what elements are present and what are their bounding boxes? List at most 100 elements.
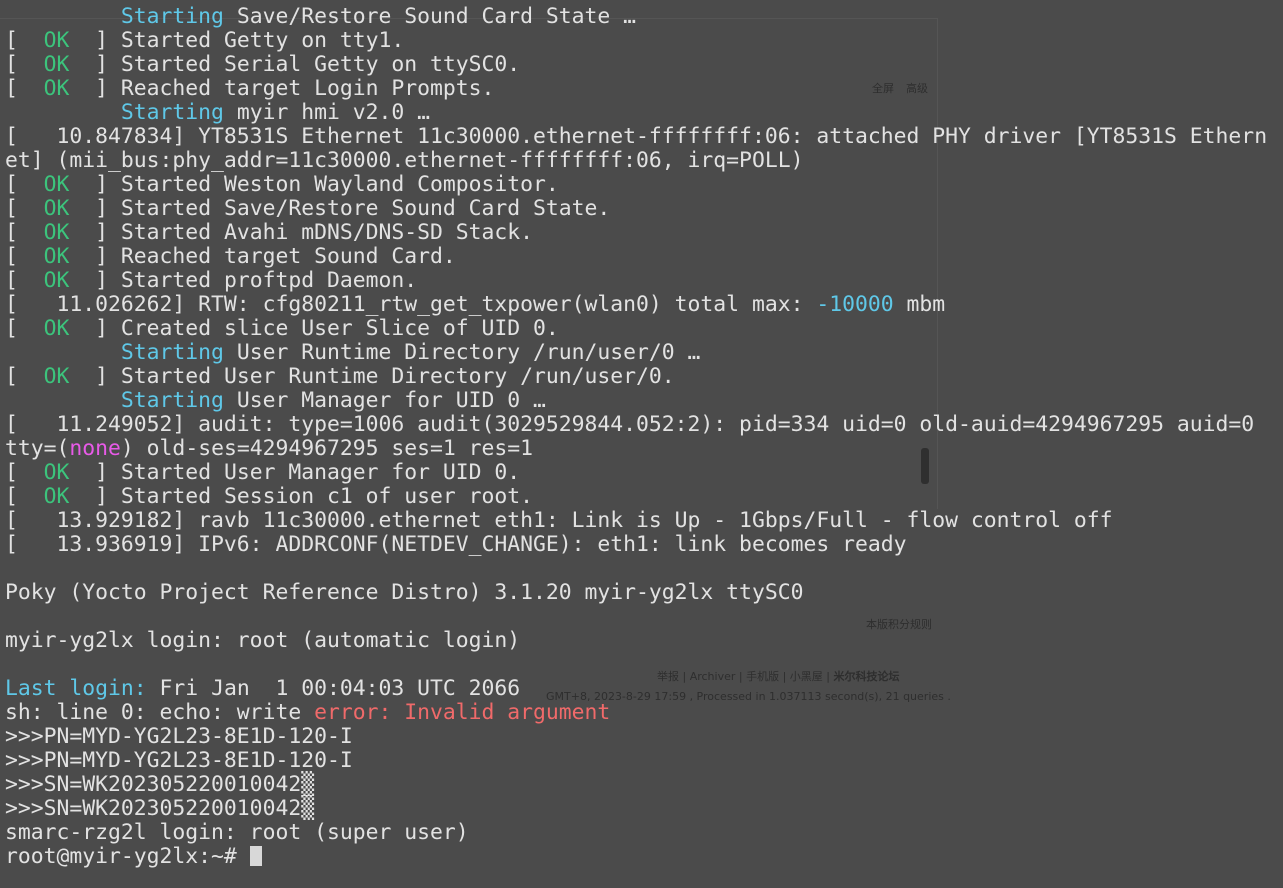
terminal-cursor [249,846,262,866]
status-ok: OK [43,364,70,389]
terminal-text: Invalid argument [404,700,611,725]
terminal-text: myir hmi v2.0 … [223,100,430,125]
terminal-line: Starting myir hmi v2.0 … [5,101,1267,125]
terminal-line: [ OK ] Reached target Login Prompts. [5,77,1267,101]
status-ok: OK [43,316,70,341]
terminal-line: [ OK ] Started Session c1 of user root. [5,485,1267,509]
terminal-text: User Runtime Directory /run/user/0 … [223,340,701,365]
terminal-line: >>>SN=WK202305220010042▒ [5,797,1267,821]
terminal-text: ] Started Session c1 of user root. [69,484,534,509]
terminal-line: [ 11.026262] RTW: cfg80211_rtw_get_txpow… [5,293,1267,317]
terminal-line: [ OK ] Reached target Sound Card. [5,245,1267,269]
terminal-text: [ 13.929182] ravb 11c30000.ethernet eth1… [5,508,1113,533]
terminal-text: [ [5,316,44,341]
terminal-text: et] (mii_bus:phy_addr=11c30000.ethernet-… [5,148,804,173]
terminal-text: ] Started proftpd Daemon. [69,268,418,293]
terminal-text: ] Reached target Login Prompts. [69,76,495,101]
terminal-line: sh: line 0: echo: write error: Invalid a… [5,701,1267,725]
terminal-text: Fri Jan 1 00:04:03 UTC 2066 [146,676,521,701]
terminal-line: [ 10.847834] YT8531S Ethernet 11c30000.e… [5,125,1267,149]
status-ok: OK [43,28,70,53]
terminal-text: [ 13.936919] IPv6: ADDRCONF(NETDEV_CHANG… [5,532,907,557]
terminal-line: Last login: Fri Jan 1 00:04:03 UTC 2066 [5,677,1267,701]
terminal-text: Poky (Yocto Project Reference Distro) 3.… [5,580,804,605]
terminal-text: >>>PN=MYD-YG2L23-8E1D-120-I [5,724,353,749]
terminal-text: >>>SN=WK202305220010042▒ [5,796,315,821]
terminal-line: [ OK ] Started Getty on tty1. [5,29,1267,53]
terminal-text: ] Started Save/Restore Sound Card State. [69,196,611,221]
status-ok: OK [43,268,70,293]
terminal-text: smarc-rzg2l login: root (super user) [5,820,469,845]
terminal-text: ] Started Serial Getty on ttySC0. [69,52,521,77]
terminal-text: Starting [120,100,224,125]
terminal-line: Starting User Manager for UID 0 … [5,389,1267,413]
terminal-text: Save/Restore Sound Card State … [223,4,637,29]
terminal-text: >>>SN=WK202305220010042▒ [5,772,315,797]
terminal-text: error: [314,700,392,725]
terminal-text: [ 11.249052] audit: type=1006 audit(3029… [5,412,1255,437]
terminal-text: [ 10.847834] YT8531S Ethernet 11c30000.e… [5,124,1268,149]
terminal-line: [ OK ] Started Weston Wayland Compositor… [5,173,1267,197]
terminal-line: [ 13.936919] IPv6: ADDRCONF(NETDEV_CHANG… [5,533,1267,557]
terminal-text: >>>PN=MYD-YG2L23-8E1D-120-I [5,748,353,773]
terminal-text: [ [5,52,44,77]
terminal-line: myir-yg2lx login: root (automatic login) [5,629,1267,653]
terminal-text: [ [5,220,44,245]
terminal-line: [ 11.249052] audit: type=1006 audit(3029… [5,413,1267,437]
terminal-line: [ OK ] Started Serial Getty on ttySC0. [5,53,1267,77]
status-ok: OK [43,172,70,197]
terminal-line: [ OK ] Created slice User Slice of UID 0… [5,317,1267,341]
terminal-line: Starting User Runtime Directory /run/use… [5,341,1267,365]
terminal-line: [ OK ] Started Avahi mDNS/DNS-SD Stack. [5,221,1267,245]
status-ok: OK [43,460,70,485]
terminal-text: ) old-ses=4294967295 ses=1 res=1 [120,436,534,461]
terminal-text: [ [5,28,44,53]
terminal-line: >>>PN=MYD-YG2L23-8E1D-120-I [5,725,1267,749]
terminal-text: ] Started User Runtime Directory /run/us… [69,364,675,389]
terminal-text: Starting [120,388,224,413]
terminal-text: [ [5,460,44,485]
terminal-text: none [69,436,121,461]
status-ok: OK [43,76,70,101]
terminal-line: Starting Save/Restore Sound Card State … [5,5,1267,29]
terminal-line: [ OK ] Started User Runtime Directory /r… [5,365,1267,389]
terminal-text: [ 11.026262] RTW: cfg80211_rtw_get_txpow… [5,292,817,317]
terminal-text: ] Started Weston Wayland Compositor. [69,172,559,197]
terminal-text: [ [5,268,44,293]
status-ok: OK [43,244,70,269]
status-ok: OK [43,220,70,245]
status-ok: OK [43,52,70,77]
terminal-line: [ 13.929182] ravb 11c30000.ethernet eth1… [5,509,1267,533]
terminal-text: Last login: [5,676,147,701]
terminal-line: >>>SN=WK202305220010042▒ [5,773,1267,797]
terminal-text: ] Started User Manager for UID 0. [69,460,521,485]
terminal-line: root@myir-yg2lx:~# [5,845,1267,869]
terminal-text: [ [5,484,44,509]
terminal-text: User Manager for UID 0 … [223,388,546,413]
terminal-text: sh: line 0: echo: write [5,700,315,725]
terminal-line: tty=(none) old-ses=4294967295 ses=1 res=… [5,437,1267,461]
terminal-text: tty=( [5,436,70,461]
terminal-text: Starting [120,340,224,365]
status-ok: OK [43,484,70,509]
terminal-text: [ [5,244,44,269]
terminal-line: >>>PN=MYD-YG2L23-8E1D-120-I [5,749,1267,773]
terminal-line: [ OK ] Started User Manager for UID 0. [5,461,1267,485]
terminal-text: -10000 [816,292,894,317]
terminal-line: [ OK ] Started proftpd Daemon. [5,269,1267,293]
terminal-text: root@myir-yg2lx:~# [5,844,250,869]
terminal-text: ] Started Avahi mDNS/DNS-SD Stack. [69,220,534,245]
terminal-text: [ [5,364,44,389]
terminal-output[interactable]: Starting Save/Restore Sound Card State …… [5,5,1267,869]
terminal-line: Poky (Yocto Project Reference Distro) 3.… [5,581,1267,605]
status-ok: OK [43,196,70,221]
terminal-text: [ [5,76,44,101]
terminal-line: smarc-rzg2l login: root (super user) [5,821,1267,845]
